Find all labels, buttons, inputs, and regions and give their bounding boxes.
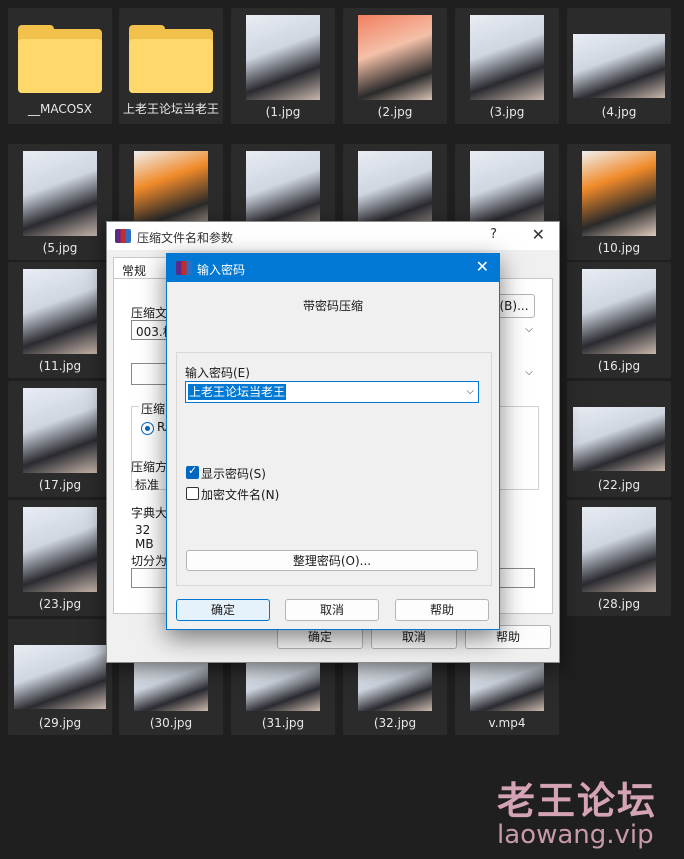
file-label: (3.jpg — [489, 105, 525, 119]
image-thumbnail — [573, 407, 665, 471]
image-thumbnail — [14, 645, 106, 709]
help-icon[interactable]: ? — [490, 227, 497, 242]
file-tile[interactable]: (3.jpg — [455, 8, 559, 124]
password-value: 上老王论坛当老王 — [188, 384, 287, 400]
file-tile[interactable]: (28.jpg — [567, 500, 671, 616]
file-tile[interactable]: (1.jpg — [231, 8, 335, 124]
dict-select[interactable]: 32 MB — [131, 521, 171, 551]
image-thumbnail — [246, 15, 320, 100]
method-select[interactable]: 标准 — [131, 474, 171, 494]
file-tile[interactable]: (16.jpg — [567, 262, 671, 378]
format-group-label: 压缩 — [139, 400, 168, 417]
image-thumbnail — [470, 15, 544, 100]
file-tile[interactable]: (23.jpg — [8, 500, 112, 616]
file-tile[interactable]: (4.jpg — [567, 8, 671, 124]
folder-icon — [18, 25, 102, 95]
video-thumbnail — [470, 661, 544, 711]
file-label: (2.jpg — [377, 105, 413, 119]
dict-label: 字典大 — [131, 506, 168, 520]
encrypt-filenames-label: 加密文件名(N) — [201, 488, 280, 502]
method-label: 压缩方 — [131, 460, 168, 474]
encrypt-filenames-checkbox[interactable] — [186, 487, 199, 500]
file-label: (28.jpg — [597, 597, 641, 611]
file-tile[interactable]: (2.jpg — [343, 8, 447, 124]
file-label: (31.jpg — [261, 716, 305, 730]
file-label: (10.jpg — [597, 241, 641, 255]
show-password-label: 显示密码(S) — [201, 467, 266, 481]
file-label: (30.jpg — [149, 716, 193, 730]
chevron-down-icon[interactable]: ⌵ — [521, 321, 537, 339]
show-password-checkbox[interactable] — [186, 464, 199, 479]
image-thumbnail — [582, 507, 656, 592]
image-thumbnail — [23, 269, 97, 354]
winrar-icon — [115, 229, 131, 243]
file-label: (32.jpg — [373, 716, 417, 730]
split-field[interactable] — [131, 568, 171, 588]
password-dialog: 输入密码 ✕ 带密码压缩 输入密码(E) 上老王论坛当老王 ⌵ 显示密码(S) … — [166, 253, 500, 630]
watermark-url: laowang.vip — [497, 820, 654, 850]
file-tile[interactable]: (22.jpg — [567, 381, 671, 497]
file-label: (1.jpg — [265, 105, 301, 119]
image-thumbnail — [23, 151, 97, 236]
split-label: 切分为 — [131, 554, 168, 568]
dialog-titlebar[interactable]: 压缩文件名和参数 ? ✕ — [107, 222, 559, 250]
close-icon[interactable]: ✕ — [476, 257, 489, 276]
image-thumbnail — [358, 661, 432, 711]
file-label: (23.jpg — [38, 597, 82, 611]
dialog-titlebar[interactable]: 输入密码 ✕ — [167, 254, 499, 282]
file-label: (11.jpg — [38, 359, 82, 373]
image-thumbnail — [582, 269, 656, 354]
file-tile[interactable]: (17.jpg — [8, 381, 112, 497]
image-thumbnail — [573, 34, 665, 98]
tab-general[interactable]: 常规 — [113, 257, 167, 280]
file-label: (29.jpg — [38, 716, 82, 730]
help-button[interactable]: 帮助 — [395, 599, 489, 621]
password-label: 输入密码(E) — [185, 366, 250, 380]
file-label: (22.jpg — [597, 478, 641, 492]
file-tile[interactable]: (5.jpg — [8, 144, 112, 260]
chevron-down-icon[interactable]: ⌵ — [521, 364, 537, 382]
file-label: (5.jpg — [42, 241, 78, 255]
folder-icon — [129, 25, 213, 95]
dialog-title: 压缩文件名和参数 — [137, 231, 234, 245]
file-tile[interactable]: (10.jpg — [567, 144, 671, 260]
tab-label: 常规 — [122, 264, 147, 278]
dialog-title: 输入密码 — [197, 263, 246, 277]
file-tile-macosx[interactable]: __MACOSX — [8, 8, 112, 124]
image-thumbnail — [246, 661, 320, 711]
format-rar-radio[interactable] — [141, 422, 154, 435]
image-thumbnail — [358, 15, 432, 100]
file-label: v.mp4 — [488, 716, 526, 730]
file-label: (17.jpg — [38, 478, 82, 492]
file-label: 上老王论坛当老王 — [122, 102, 219, 116]
dialog-subtitle: 带密码压缩 — [302, 299, 363, 313]
image-thumbnail — [23, 507, 97, 592]
image-thumbnail — [582, 151, 656, 236]
chevron-down-icon[interactable]: ⌵ — [466, 384, 474, 400]
cancel-button[interactable]: 取消 — [285, 599, 379, 621]
file-label: __MACOSX — [27, 102, 92, 116]
password-input[interactable]: 上老王论坛当老王 ⌵ — [185, 381, 479, 403]
image-thumbnail — [134, 661, 208, 711]
file-label: (4.jpg — [601, 105, 637, 119]
file-tile[interactable]: (11.jpg — [8, 262, 112, 378]
file-tile[interactable]: (29.jpg — [8, 619, 112, 735]
ok-button[interactable]: 确定 — [176, 599, 270, 621]
close-icon[interactable]: ✕ — [532, 225, 545, 244]
winrar-icon — [176, 261, 192, 275]
file-label: (16.jpg — [597, 359, 641, 373]
watermark-title: 老王论坛 — [497, 779, 658, 823]
organize-passwords-button[interactable]: 整理密码(O)... — [186, 550, 478, 571]
params-field[interactable] — [497, 568, 535, 588]
file-tile-folder[interactable]: 上老王论坛当老王 — [119, 8, 223, 124]
image-thumbnail — [23, 388, 97, 473]
archive-name-label: 压缩文 — [131, 306, 168, 320]
